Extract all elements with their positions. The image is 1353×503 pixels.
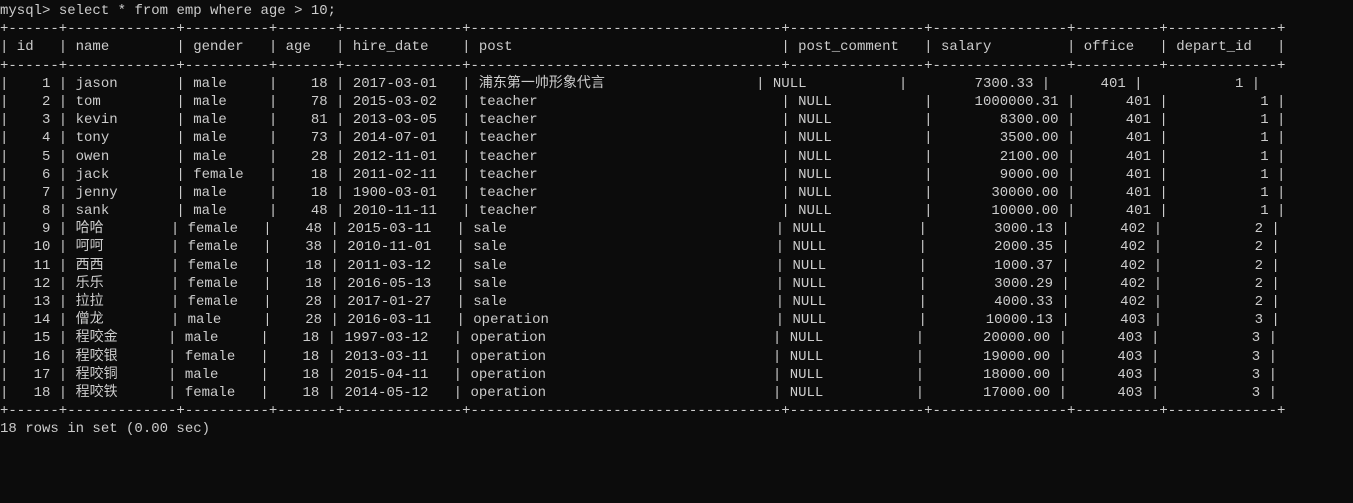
table-border-top: +------+-------------+----------+-------… xyxy=(0,20,1353,38)
status-line: 18 rows in set (0.00 sec) xyxy=(0,420,1353,438)
table-header-row: | id | name | gender | age | hire_date |… xyxy=(0,38,1353,56)
table-row: | 10 | 呵呵 | female | 38 | 2010-11-01 | s… xyxy=(0,238,1353,256)
query-line[interactable]: mysql> select * from emp where age > 10; xyxy=(0,2,1353,20)
mysql-terminal[interactable]: mysql> select * from emp where age > 10;… xyxy=(0,0,1353,439)
table-row: | 6 | jack | female | 18 | 2011-02-11 | … xyxy=(0,166,1353,184)
table-border-bottom: +------+-------------+----------+-------… xyxy=(0,402,1353,420)
table-row: | 4 | tony | male | 73 | 2014-07-01 | te… xyxy=(0,129,1353,147)
table-row: | 13 | 拉拉 | female | 28 | 2017-01-27 | s… xyxy=(0,293,1353,311)
table-row: | 7 | jenny | male | 18 | 1900-03-01 | t… xyxy=(0,184,1353,202)
table-row: | 18 | 程咬铁 | female | 18 | 2014-05-12 | … xyxy=(0,384,1353,402)
table-row: | 16 | 程咬银 | female | 18 | 2013-03-11 | … xyxy=(0,348,1353,366)
table-row: | 8 | sank | male | 48 | 2010-11-11 | te… xyxy=(0,202,1353,220)
table-row: | 11 | 西西 | female | 18 | 2011-03-12 | s… xyxy=(0,257,1353,275)
table-row: | 14 | 僧龙 | male | 28 | 2016-03-11 | ope… xyxy=(0,311,1353,329)
table-row: | 3 | kevin | male | 81 | 2013-03-05 | t… xyxy=(0,111,1353,129)
table-border-mid: +------+-------------+----------+-------… xyxy=(0,57,1353,75)
sql-query: select * from emp where age > 10; xyxy=(59,3,336,19)
table-row: | 17 | 程咬铜 | male | 18 | 2015-04-11 | op… xyxy=(0,366,1353,384)
mysql-prompt: mysql> xyxy=(0,3,50,19)
table-row: | 15 | 程咬金 | male | 18 | 1997-03-12 | op… xyxy=(0,329,1353,347)
table-row: | 5 | owen | male | 28 | 2012-11-01 | te… xyxy=(0,148,1353,166)
table-row: | 12 | 乐乐 | female | 18 | 2016-05-13 | s… xyxy=(0,275,1353,293)
table-row: | 1 | jason | male | 18 | 2017-03-01 | 浦… xyxy=(0,75,1353,93)
table-row: | 2 | tom | male | 78 | 2015-03-02 | tea… xyxy=(0,93,1353,111)
table-row: | 9 | 哈哈 | female | 48 | 2015-03-11 | sa… xyxy=(0,220,1353,238)
